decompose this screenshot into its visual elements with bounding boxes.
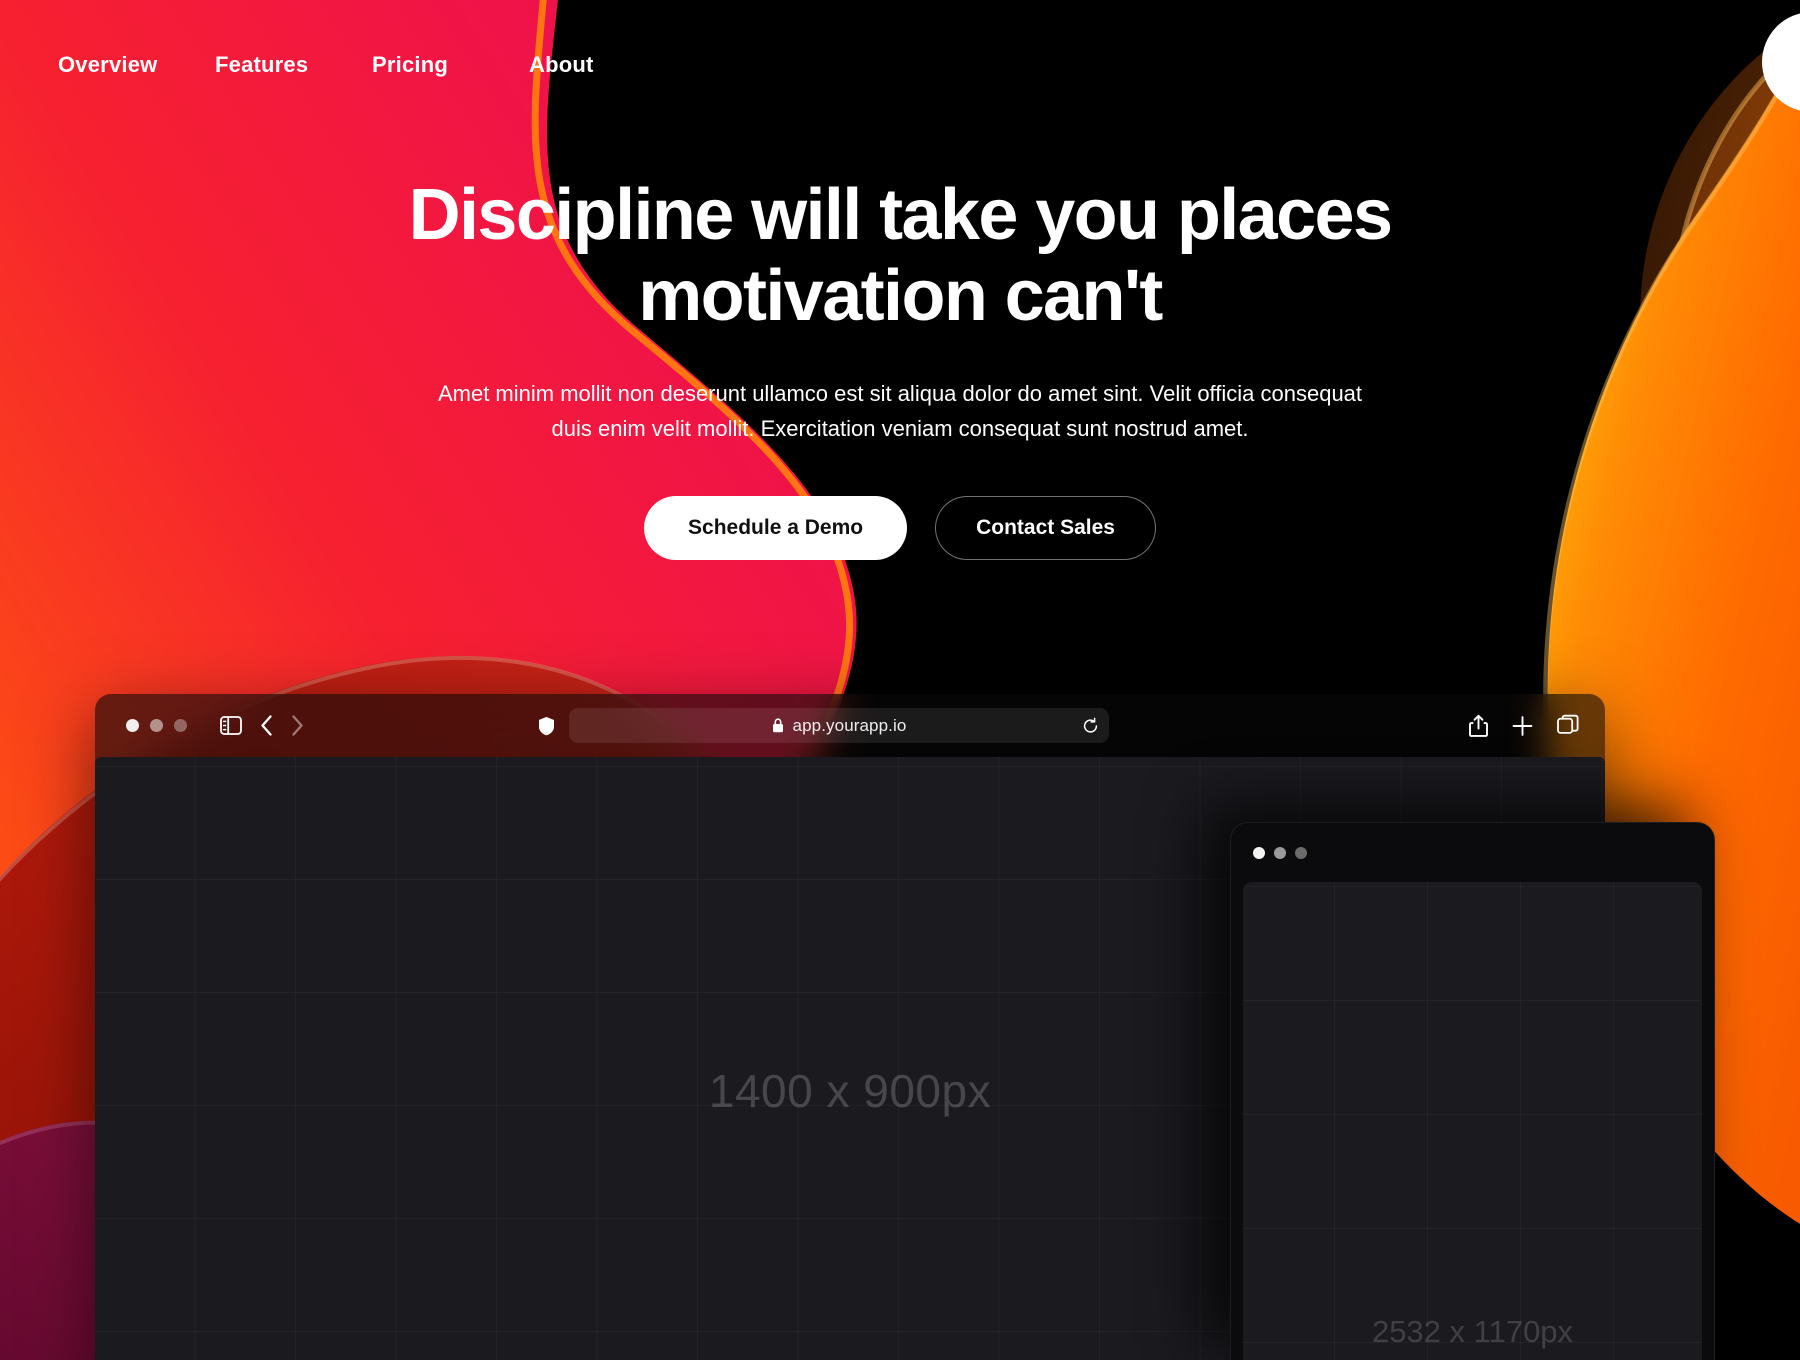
- plus-icon[interactable]: [1512, 715, 1533, 736]
- nav-item-features[interactable]: Features: [215, 52, 372, 78]
- url-text: app.yourapp.io: [792, 715, 907, 735]
- shield-icon[interactable]: [538, 716, 555, 736]
- device-close-dot-icon[interactable]: [1253, 846, 1265, 859]
- contact-sales-button[interactable]: Contact Sales: [935, 496, 1156, 561]
- chevron-left-icon[interactable]: [260, 715, 273, 736]
- nav-item-overview[interactable]: Overview: [58, 52, 215, 78]
- traffic-light-controls[interactable]: [126, 719, 187, 732]
- hero-section: Discipline will take you places motivati…: [0, 0, 1800, 561]
- toolbar-actions: [1469, 714, 1579, 737]
- hero-cta-group: Schedule a Demo Contact Sales: [0, 496, 1800, 561]
- nav-item-pricing[interactable]: Pricing: [372, 52, 529, 78]
- navigation-controls: [220, 715, 304, 736]
- tab-overview-icon[interactable]: [1557, 714, 1579, 737]
- chevron-right-icon[interactable]: [291, 715, 304, 736]
- viewport-size-label: 1400 x 900px: [708, 1064, 992, 1117]
- nav-item-about[interactable]: About: [529, 52, 686, 78]
- device-titlebar: [1231, 823, 1714, 882]
- sidebar-toggle-icon[interactable]: [220, 716, 242, 735]
- device-viewport: 2532 x 1170px: [1243, 882, 1702, 1360]
- schedule-demo-button[interactable]: Schedule a Demo: [644, 496, 908, 561]
- device-minimize-dot-icon[interactable]: [1274, 846, 1286, 859]
- device-traffic-lights[interactable]: [1253, 846, 1307, 859]
- close-dot-icon[interactable]: [126, 719, 139, 732]
- device-size-label: 2532 x 1170px: [1371, 1314, 1574, 1349]
- zoom-dot-icon[interactable]: [174, 719, 187, 732]
- address-bar[interactable]: app.yourapp.io: [569, 708, 1109, 743]
- share-icon[interactable]: [1469, 714, 1488, 737]
- device-mockup: 2532 x 1170px: [1230, 822, 1715, 1360]
- main-navigation: Overview Features Pricing About: [0, 52, 1800, 78]
- device-zoom-dot-icon[interactable]: [1295, 846, 1307, 859]
- page-title: Discipline will take you places motivati…: [408, 175, 1393, 337]
- reload-icon[interactable]: [1082, 717, 1099, 734]
- minimize-dot-icon[interactable]: [150, 719, 163, 732]
- page-root: Overview Features Pricing About Discipli…: [0, 0, 1800, 1360]
- hero-subtitle: Amet minim mollit non deserunt ullamco e…: [437, 380, 1363, 441]
- browser-toolbar: app.yourapp.io: [95, 694, 1605, 757]
- lock-icon: [772, 718, 784, 733]
